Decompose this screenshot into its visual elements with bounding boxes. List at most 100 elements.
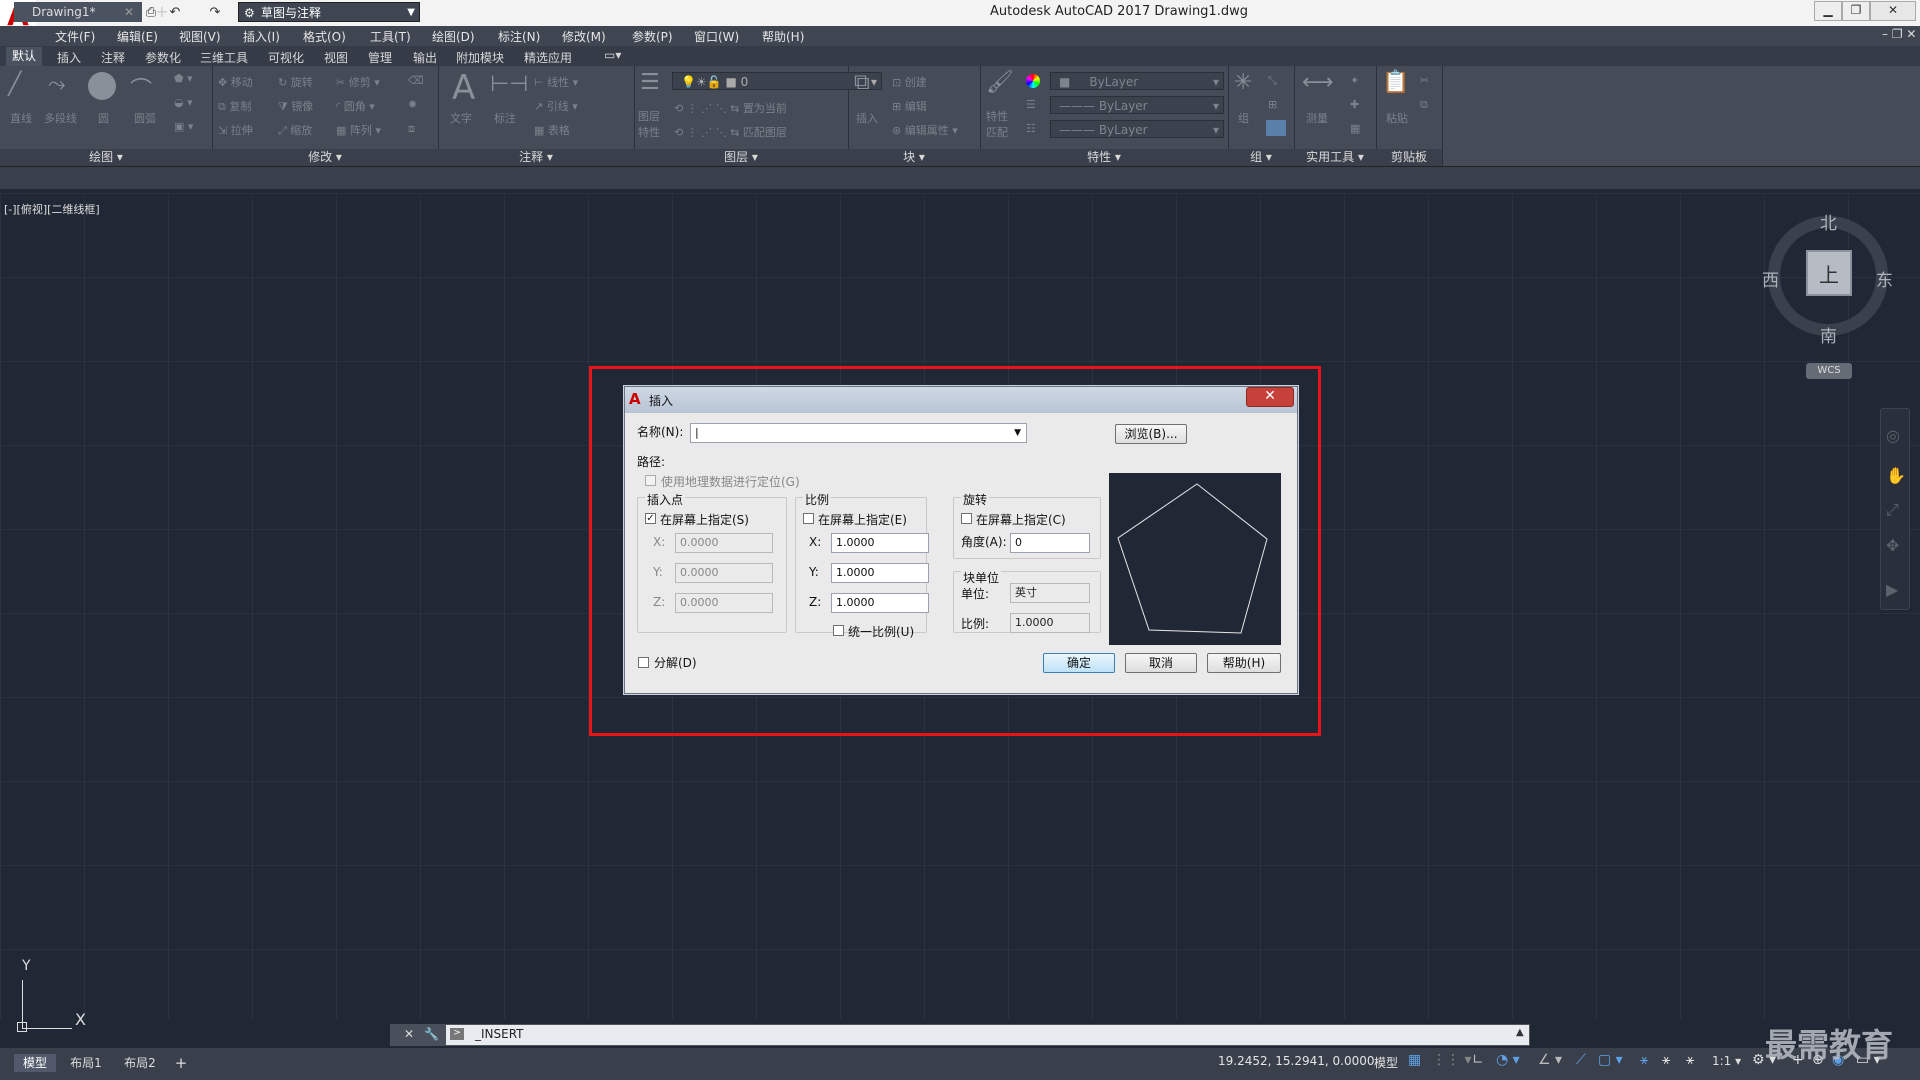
ribbon-tab-addins[interactable]: 附加模块 xyxy=(456,49,504,66)
workspace-dropdown[interactable]: ⚙ 草图与注释 ▼ xyxy=(238,2,420,22)
group-label-block[interactable]: 块 ▾ xyxy=(848,149,980,166)
showmotion-icon[interactable]: ▶ xyxy=(1886,580,1898,599)
move-button[interactable]: ✥ 移动 xyxy=(218,74,253,90)
dialog-titlebar[interactable] xyxy=(625,387,1297,413)
lineweight-dropdown[interactable]: ——— ByLayer ▾ xyxy=(1050,120,1224,138)
minimize-button[interactable]: ▁ xyxy=(1814,1,1842,21)
chevron-down-icon[interactable]: ▼ xyxy=(1014,424,1021,442)
explode-icon[interactable]: ✸ xyxy=(408,98,417,111)
close-window-button[interactable]: ✕ xyxy=(1870,1,1916,21)
lineweight-toggle-icon[interactable]: ⟋ xyxy=(1576,1052,1586,1068)
group-label-properties[interactable]: 特性 ▾ xyxy=(980,149,1228,166)
linetype-dropdown[interactable]: ——— ByLayer ▾ xyxy=(1050,96,1224,114)
annotation-visibility-icon[interactable]: ⚹ xyxy=(1640,1052,1648,1068)
color-dropdown[interactable]: ■ ByLayer ▾ xyxy=(1050,72,1224,90)
command-history-icon[interactable]: ▲ xyxy=(1516,1027,1524,1038)
ribbon-tab-3d-tools[interactable]: 三维工具 xyxy=(200,49,248,66)
insertion-y-input[interactable]: 0.0000 xyxy=(675,563,773,583)
annotation-scale-icon[interactable]: ⚹ xyxy=(1662,1052,1670,1068)
browse-button[interactable]: 浏览(B)... xyxy=(1115,424,1187,444)
compass-north[interactable]: 北 xyxy=(1820,209,1837,234)
restore-button[interactable]: ❐ xyxy=(1842,1,1870,21)
insertion-specify-checkbox[interactable]: ✓ xyxy=(645,513,656,524)
orbit-icon[interactable]: ✥ xyxy=(1886,536,1899,555)
text-icon[interactable]: A xyxy=(452,68,475,108)
group-label-modify[interactable]: 修改 ▾ xyxy=(212,149,438,166)
annotation-scale-value[interactable]: 1:1 ▾ xyxy=(1712,1054,1741,1068)
dialog-close-button[interactable]: ✕ xyxy=(1246,387,1294,407)
group-label-draw[interactable]: 绘图 ▾ xyxy=(0,149,212,166)
layout-tab-layout1[interactable]: 布局1 xyxy=(64,1054,108,1072)
menu-tools[interactable]: 工具(T) xyxy=(370,28,411,45)
mirror-button[interactable]: ⧩ 镜像 xyxy=(278,98,313,114)
rotation-specify-checkbox[interactable] xyxy=(961,513,972,524)
ribbon-tab-annotate[interactable]: 注释 xyxy=(101,49,125,66)
menu-edit[interactable]: 编辑(E) xyxy=(117,28,158,45)
group-label-annotation[interactable]: 注释 ▾ xyxy=(438,149,634,166)
offset-icon[interactable]: ⧈ xyxy=(408,122,415,136)
menu-file[interactable]: 文件(F) xyxy=(55,28,95,45)
leader-button[interactable]: ↗ 引线 ▾ xyxy=(534,98,578,114)
polar-icon[interactable]: ◔ ▾ xyxy=(1496,1052,1520,1068)
group-label-clipboard[interactable]: 剪贴板 xyxy=(1376,149,1442,166)
menu-draw[interactable]: 绘图(D) xyxy=(432,28,475,45)
insertion-x-input[interactable]: 0.0000 xyxy=(675,533,773,553)
compass-south[interactable]: 南 xyxy=(1820,322,1837,347)
snap-icon[interactable]: ⋮⋮ ▾ xyxy=(1432,1052,1471,1068)
rotate-button[interactable]: ↻ 旋转 xyxy=(278,74,313,90)
pan-icon[interactable]: ✋ xyxy=(1886,466,1906,485)
dimension-icon[interactable]: ⊢⊣ xyxy=(490,72,528,97)
group-label-layers[interactable]: 图层 ▾ xyxy=(634,149,848,166)
calculator-icon[interactable]: ▦ xyxy=(1350,122,1360,135)
osnap-icon[interactable]: ▢ ▾ xyxy=(1598,1052,1623,1068)
util-icon-2[interactable]: ✚ xyxy=(1350,98,1359,111)
line-icon[interactable]: ╱ xyxy=(8,72,21,97)
ribbon-tab-view[interactable]: 视图 xyxy=(324,49,348,66)
geo-checkbox[interactable] xyxy=(645,475,656,486)
menu-modify[interactable]: 修改(M) xyxy=(562,28,606,45)
scale-specify-checkbox[interactable] xyxy=(803,513,814,524)
stretch-button[interactable]: ⇲ 拉伸 xyxy=(218,122,253,138)
command-text[interactable]: _INSERT xyxy=(475,1027,524,1041)
redo-icon[interactable]: ↷ xyxy=(206,4,224,22)
doc-window-controls[interactable]: – ❐ ✕ xyxy=(1882,27,1916,41)
menu-format[interactable]: 格式(O) xyxy=(303,28,346,45)
hatch-icon[interactable]: ◒ ▾ xyxy=(174,96,193,109)
paste-icon[interactable]: 📋 xyxy=(1382,70,1409,95)
compass-west[interactable]: 西 xyxy=(1762,266,1779,291)
linear-button[interactable]: ⊢ 线性 ▾ xyxy=(534,74,578,90)
arc-icon[interactable]: ⌒ xyxy=(130,72,152,104)
layer-tools-row2[interactable]: ⟲ ⋮ ⋰ ⋱ ⇆ 匹配图层 xyxy=(674,124,787,140)
group-edit-icon[interactable]: ⊞ xyxy=(1268,98,1277,111)
ribbon-tab-manage[interactable]: 管理 xyxy=(368,49,392,66)
new-tab-button[interactable]: + xyxy=(150,2,174,22)
close-tab-icon[interactable]: ✕ xyxy=(124,2,134,22)
menu-help[interactable]: 帮助(H) xyxy=(762,28,804,45)
ribbon-tab-insert[interactable]: 插入 xyxy=(57,49,81,66)
command-prompt-icon[interactable]: > xyxy=(450,1028,464,1040)
compass-east[interactable]: 东 xyxy=(1876,266,1893,291)
menu-parametric[interactable]: 参数(P) xyxy=(632,28,673,45)
region-icon[interactable]: ▣ ▾ xyxy=(174,120,193,133)
ortho-icon[interactable]: ∟ xyxy=(1472,1052,1484,1068)
layout-tab-layout2[interactable]: 布局2 xyxy=(118,1054,162,1072)
doc-tab-drawing1[interactable]: Drawing1* ✕ xyxy=(14,2,142,22)
circle-icon[interactable] xyxy=(88,72,116,100)
viewport-controls-label[interactable]: [-][俯视][二维线框] xyxy=(4,201,100,217)
model-space-toggle[interactable]: 模型 xyxy=(1374,1054,1398,1071)
ok-button[interactable]: 确定 xyxy=(1043,653,1115,673)
command-line[interactable] xyxy=(390,1024,1530,1046)
edit-block-button[interactable]: ⊞ 编辑 xyxy=(892,98,927,114)
ribbon-tab-featured-apps[interactable]: 精选应用 xyxy=(524,49,572,66)
scale-y-input[interactable]: 1.0000 xyxy=(831,563,929,583)
array-button[interactable]: ▦ 阵列 ▾ xyxy=(336,122,381,138)
menu-view[interactable]: 视图(V) xyxy=(179,28,221,45)
ribbon-tab-parametric[interactable]: 参数化 xyxy=(145,49,181,66)
match-properties-icon[interactable]: 🖌 xyxy=(986,70,1014,95)
wcs-menu-button[interactable]: WCS xyxy=(1806,363,1852,379)
layer-tools-row1[interactable]: ⟲ ⋮ ⋰ ⋱ ⇆ 置为当前 xyxy=(674,100,787,116)
angle-input[interactable]: 0 xyxy=(1010,533,1090,553)
layer-properties-icon[interactable]: ☰ xyxy=(640,70,660,95)
name-combobox[interactable]: | ▼ xyxy=(690,423,1027,443)
menu-window[interactable]: 窗口(W) xyxy=(694,28,739,45)
